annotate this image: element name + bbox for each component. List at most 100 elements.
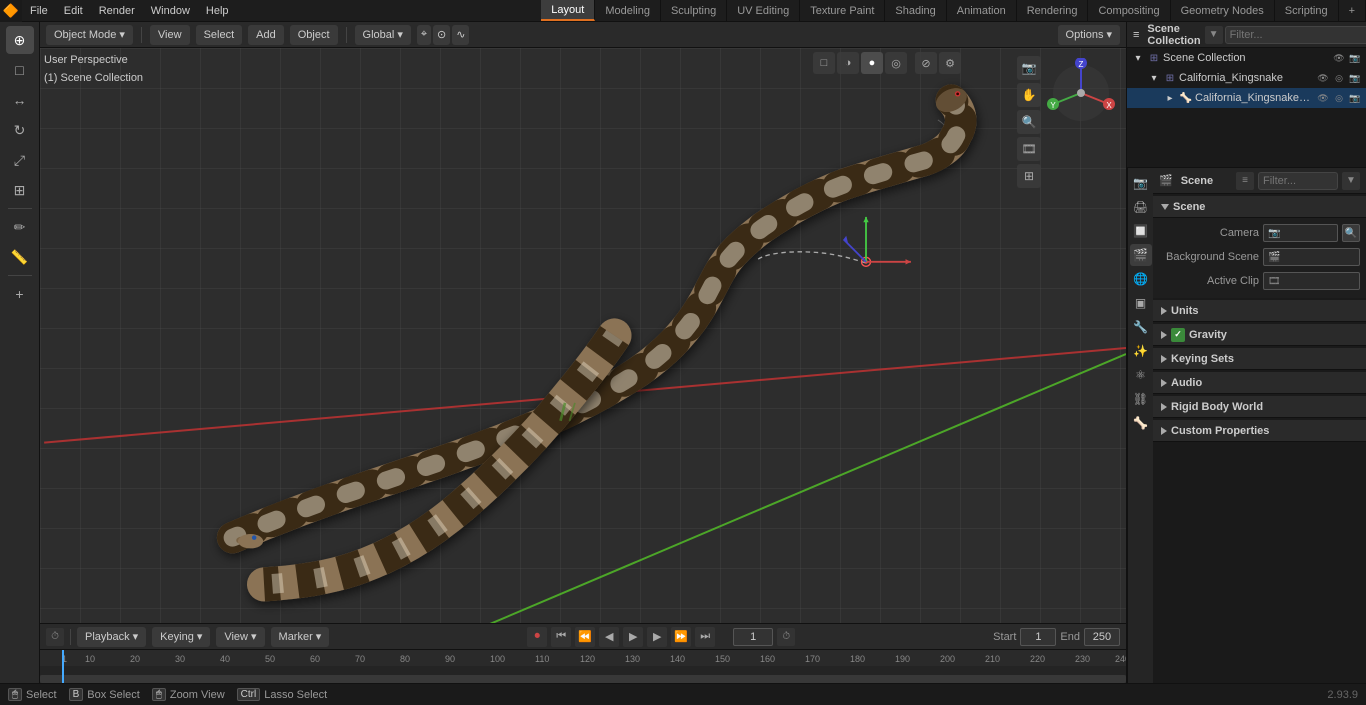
rigid-body-section-header[interactable]: Rigid Body World xyxy=(1153,396,1366,418)
armature-render-icon[interactable]: 📷 xyxy=(1348,91,1362,105)
next-key-btn[interactable]: ⏩ xyxy=(671,627,691,647)
outliner-snake-collection[interactable]: ▾ ⊞ California_Kingsnake 👁 ◎ 📷 xyxy=(1127,68,1366,88)
move-tool[interactable]: ↔ xyxy=(6,86,34,114)
visibility-icon[interactable]: 👁 xyxy=(1332,51,1346,65)
jump-start-btn[interactable]: ⏮ xyxy=(551,627,571,647)
timeline-scrollbar[interactable] xyxy=(40,675,1126,683)
prop-viewlayer-icon[interactable]: 🔲 xyxy=(1130,220,1152,242)
viewport-3d[interactable]: User Perspective (1) Scene Collection 📷 … xyxy=(40,48,1126,623)
tab-geometry-nodes[interactable]: Geometry Nodes xyxy=(1171,0,1275,21)
props-options-btn[interactable]: ≡ xyxy=(1236,172,1254,190)
viewport-toggle-btn[interactable]: ⊞ xyxy=(1017,164,1041,188)
snake-vis-icon[interactable]: 👁 xyxy=(1316,71,1330,85)
play-btn[interactable]: ▶ xyxy=(623,627,643,647)
timeline-body[interactable]: 1 10 20 30 40 50 60 70 80 90 100 110 120… xyxy=(40,650,1126,683)
snake-sel-icon[interactable]: ◎ xyxy=(1332,71,1346,85)
nav-gizmo[interactable]: X Y Z xyxy=(1046,58,1116,128)
next-frame-btn[interactable]: ▶ xyxy=(647,627,667,647)
prop-world-icon[interactable]: 🌐 xyxy=(1130,268,1152,290)
record-btn[interactable]: ⏺ xyxy=(527,627,547,647)
gizmo-btn[interactable]: ⚙ xyxy=(939,52,961,74)
active-clip-value[interactable]: 🎞 xyxy=(1263,272,1360,290)
tab-compositing[interactable]: Compositing xyxy=(1088,0,1170,21)
solid-mode-btn[interactable]: ◑ xyxy=(837,52,859,74)
tab-sculpting[interactable]: Sculpting xyxy=(661,0,727,21)
view-menu-btn[interactable]: View xyxy=(150,25,190,45)
annotate-tool[interactable]: ✏ xyxy=(6,213,34,241)
camera-value[interactable]: 📷 xyxy=(1263,224,1338,242)
select-menu-btn[interactable]: Select xyxy=(196,25,243,45)
prop-object-icon[interactable]: ▣ xyxy=(1130,292,1152,314)
cursor-tool[interactable]: ⊕ xyxy=(6,26,34,54)
keying-btn[interactable]: Keying ▾ xyxy=(152,627,210,647)
prop-data-icon[interactable]: 🦴 xyxy=(1130,412,1152,434)
scale-tool[interactable]: ⤢ xyxy=(6,146,34,174)
viewport-zoom-in-btn[interactable]: 🔍 xyxy=(1017,110,1041,134)
custom-props-section-header[interactable]: Custom Properties xyxy=(1153,420,1366,442)
render-vis-icon[interactable]: 📷 xyxy=(1348,51,1362,65)
tab-animation[interactable]: Animation xyxy=(947,0,1017,21)
global-btn[interactable]: Global ▾ xyxy=(355,25,411,45)
start-value[interactable]: 1 xyxy=(1020,628,1056,646)
add-tool[interactable]: + xyxy=(6,280,34,308)
tab-rendering[interactable]: Rendering xyxy=(1017,0,1089,21)
outliner-snake-armature[interactable]: ▸ 🦴 California_Kingsnake_00: 👁 ◎ 📷 xyxy=(1127,88,1366,108)
prop-output-icon[interactable]: 🖨 xyxy=(1130,196,1152,218)
prev-frame-btn[interactable]: ◀ xyxy=(599,627,619,647)
outliner-scene-collection[interactable]: ▾ ⊞ Scene Collection 👁 📷 xyxy=(1127,48,1366,68)
tab-modeling[interactable]: Modeling xyxy=(595,0,661,21)
timeline-scrollbar-thumb[interactable] xyxy=(40,675,1126,683)
current-frame-input[interactable]: 1 xyxy=(733,628,773,646)
end-value[interactable]: 250 xyxy=(1084,628,1120,646)
menu-file[interactable]: File xyxy=(22,3,56,19)
add-menu-btn[interactable]: Add xyxy=(248,25,284,45)
props-search-input[interactable] xyxy=(1258,172,1338,190)
material-mode-btn[interactable]: ● xyxy=(861,52,883,74)
tab-layout[interactable]: Layout xyxy=(541,0,595,21)
rotate-tool[interactable]: ↻ xyxy=(6,116,34,144)
prop-scene-icon[interactable]: 🎬 xyxy=(1130,244,1152,266)
keying-sets-section-header[interactable]: Keying Sets xyxy=(1153,348,1366,370)
tab-shading[interactable]: Shading xyxy=(885,0,946,21)
timeline-view-btn[interactable]: View ▾ xyxy=(216,627,264,647)
tab-texture-paint[interactable]: Texture Paint xyxy=(800,0,885,21)
select-tool[interactable]: □ xyxy=(6,56,34,84)
proportional2-btn[interactable]: ∿ xyxy=(452,25,469,45)
prev-key-btn[interactable]: ⏪ xyxy=(575,627,595,647)
measure-tool[interactable]: 📏 xyxy=(6,243,34,271)
menu-help[interactable]: Help xyxy=(198,3,237,19)
audio-section-header[interactable]: Audio xyxy=(1153,372,1366,394)
prop-particles-icon[interactable]: ✨ xyxy=(1130,340,1152,362)
object-menu-btn[interactable]: Object xyxy=(290,25,338,45)
jump-end-btn[interactable]: ⏭ xyxy=(695,627,715,647)
scene-section-header[interactable]: Scene xyxy=(1153,196,1366,218)
playback-btn[interactable]: Playback ▾ xyxy=(77,627,146,647)
gravity-section-header[interactable]: ✓ Gravity xyxy=(1153,324,1366,346)
props-filter-btn[interactable]: ▼ xyxy=(1342,172,1360,190)
tab-scripting[interactable]: Scripting xyxy=(1275,0,1339,21)
tab-uv-editing[interactable]: UV Editing xyxy=(727,0,800,21)
outliner-search-input[interactable] xyxy=(1225,26,1366,44)
viewport-camera2-btn[interactable]: 🎞 xyxy=(1017,137,1041,161)
viewport-camera-btn[interactable]: 📷 xyxy=(1017,56,1041,80)
transform-tool[interactable]: ⊞ xyxy=(6,176,34,204)
overlay-btn[interactable]: ⊘ xyxy=(915,52,937,74)
rendered-mode-btn[interactable]: ◎ xyxy=(885,52,907,74)
marker-btn[interactable]: Marker ▾ xyxy=(271,627,330,647)
menu-render[interactable]: Render xyxy=(91,3,143,19)
timeline-icon[interactable]: ⏱ xyxy=(46,628,64,646)
proportional-btn[interactable]: ⊙ xyxy=(433,25,450,45)
snake-render-icon[interactable]: 📷 xyxy=(1348,71,1362,85)
gravity-checkbox[interactable]: ✓ xyxy=(1171,328,1185,342)
armature-vis-icon[interactable]: 👁 xyxy=(1316,91,1330,105)
outliner-filter-btn[interactable]: ▼ xyxy=(1205,26,1223,44)
menu-edit[interactable]: Edit xyxy=(56,3,91,19)
prop-constraints-icon[interactable]: ⛓ xyxy=(1130,388,1152,410)
menu-window[interactable]: Window xyxy=(143,3,198,19)
prop-modifier-icon[interactable]: 🔧 xyxy=(1130,316,1152,338)
prop-render-icon[interactable]: 📷 xyxy=(1130,172,1152,194)
prop-physics-icon[interactable]: ⚛ xyxy=(1130,364,1152,386)
armature-sel-icon[interactable]: ◎ xyxy=(1332,91,1346,105)
wire-mode-btn[interactable]: □ xyxy=(813,52,835,74)
snap-btn[interactable]: ⌖ xyxy=(417,25,431,45)
